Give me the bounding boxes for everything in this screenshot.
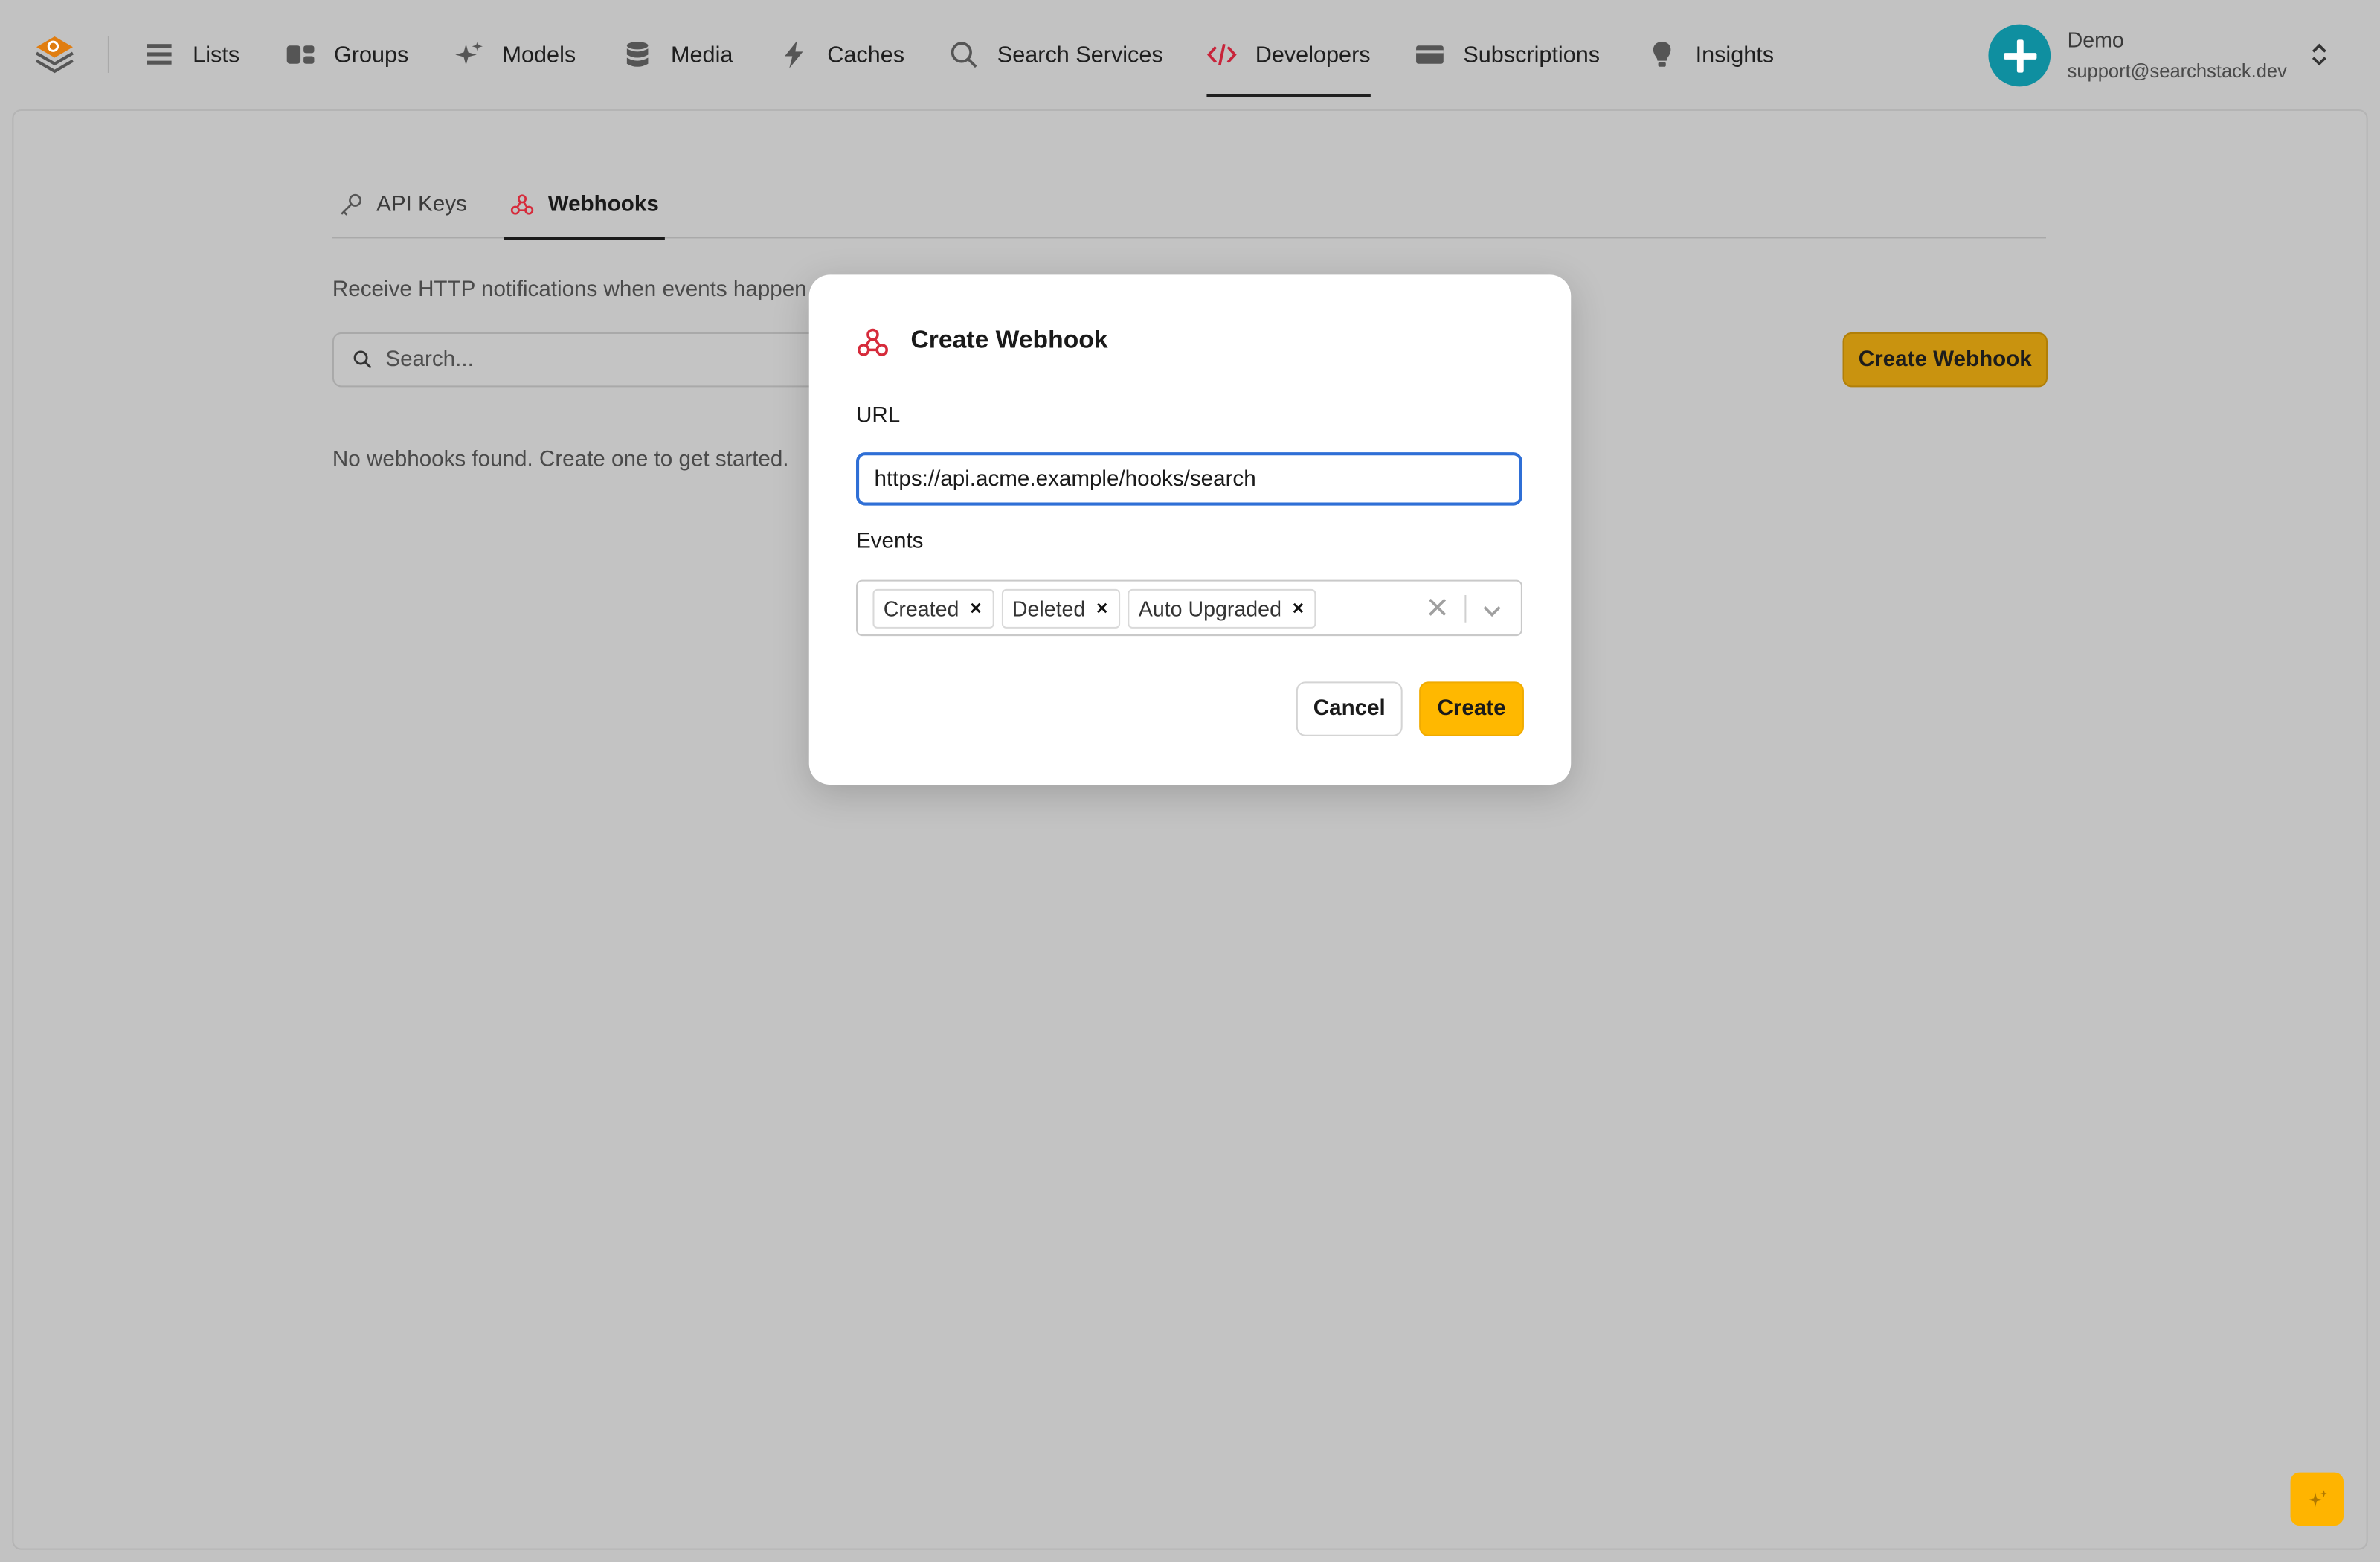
chevron-up-down-icon[interactable] bbox=[2304, 39, 2335, 70]
list-icon bbox=[147, 44, 172, 65]
nav-item-label: Groups bbox=[333, 42, 409, 68]
nav-item-label: Subscriptions bbox=[1463, 42, 1601, 68]
nav-item-label: Developers bbox=[1255, 42, 1371, 68]
nav-item-caches[interactable]: Caches bbox=[779, 0, 904, 109]
nav-item-label: Search Services bbox=[997, 42, 1163, 68]
chip-label: Auto Upgraded bbox=[1138, 596, 1281, 620]
url-label: URL bbox=[856, 403, 901, 428]
chip-label: Created bbox=[883, 596, 959, 620]
user-email: support@searchstack.dev bbox=[2067, 60, 2287, 83]
webhook-search-input[interactable]: Search... bbox=[332, 332, 834, 388]
cancel-button[interactable]: Cancel bbox=[1296, 681, 1403, 736]
event-chip-auto-upgraded: Auto Upgraded × bbox=[1128, 588, 1316, 628]
url-value: https://api.acme.example/hooks/search bbox=[874, 466, 1256, 492]
remove-chip-icon[interactable]: × bbox=[1085, 597, 1119, 620]
lightning-icon bbox=[785, 41, 803, 68]
top-navigation: Lists Groups Models Media Caches Search … bbox=[0, 0, 2380, 109]
create-webhook-dialog: Create Webhook URL https://api.acme.exam… bbox=[808, 274, 1572, 785]
create-webhook-button[interactable]: Create Webhook bbox=[1842, 332, 2048, 388]
nav-item-insights[interactable]: Insights bbox=[1647, 0, 1774, 109]
nav-divider bbox=[107, 36, 109, 73]
nav-item-groups[interactable]: Groups bbox=[286, 0, 409, 109]
lightbulb-icon bbox=[1653, 42, 1671, 67]
nav-item-subscriptions[interactable]: Subscriptions bbox=[1415, 0, 1600, 109]
search-icon bbox=[951, 42, 977, 68]
page-description: Receive HTTP notifications when events h… bbox=[332, 277, 807, 303]
empty-state-message: No webhooks found. Create one to get sta… bbox=[332, 448, 789, 472]
nav-item-lists[interactable]: Lists bbox=[144, 0, 239, 109]
url-input[interactable]: https://api.acme.example/hooks/search bbox=[856, 452, 1522, 506]
nav-item-models[interactable]: Models bbox=[454, 0, 576, 109]
event-chip-deleted: Deleted × bbox=[1001, 588, 1121, 628]
remove-chip-icon[interactable]: × bbox=[959, 597, 992, 620]
tab-label: API Keys bbox=[376, 192, 467, 216]
clear-all-icon[interactable] bbox=[1424, 594, 1451, 621]
remove-chip-icon[interactable]: × bbox=[1281, 597, 1315, 620]
chevron-down-icon[interactable] bbox=[1479, 597, 1506, 624]
tab-webhooks[interactable]: Webhooks bbox=[504, 170, 666, 240]
event-chip-created: Created × bbox=[872, 588, 994, 628]
active-nav-indicator bbox=[1206, 94, 1371, 97]
events-multiselect[interactable]: Created × Deleted × Auto Upgraded × bbox=[856, 579, 1522, 637]
user-name: Demo bbox=[2067, 27, 2124, 52]
sparkles-icon bbox=[2307, 1489, 2327, 1507]
webhook-icon bbox=[510, 193, 534, 214]
nav-item-developers[interactable]: Developers bbox=[1206, 0, 1371, 109]
nav-item-label: Media bbox=[671, 42, 733, 68]
searchstack-logo-icon[interactable] bbox=[33, 33, 76, 76]
plus-icon bbox=[2003, 39, 2036, 72]
tab-api-keys[interactable]: API Keys bbox=[338, 170, 467, 239]
database-icon bbox=[626, 42, 649, 67]
nav-item-label: Caches bbox=[827, 42, 905, 68]
developer-tabs: API Keys Webhooks bbox=[332, 170, 2046, 240]
create-button[interactable]: Create bbox=[1419, 681, 1524, 736]
tab-label: Webhooks bbox=[547, 192, 659, 216]
events-label: Events bbox=[856, 530, 924, 554]
assistant-button[interactable] bbox=[2290, 1472, 2344, 1526]
field-divider bbox=[1464, 594, 1467, 623]
nav-item-label: Models bbox=[502, 42, 576, 68]
webhook-icon bbox=[857, 328, 888, 356]
groups-icon bbox=[286, 45, 315, 64]
sparkles-icon bbox=[455, 41, 483, 65]
nav-item-label: Insights bbox=[1695, 42, 1775, 68]
nav-item-media[interactable]: Media bbox=[623, 0, 733, 109]
search-icon bbox=[353, 350, 372, 369]
chip-label: Deleted bbox=[1012, 596, 1086, 620]
code-icon bbox=[1207, 43, 1237, 66]
nav-item-label: Lists bbox=[193, 42, 240, 68]
search-placeholder: Search... bbox=[385, 347, 474, 372]
user-menu[interactable]: Demo support@searchstack.dev bbox=[1988, 24, 2352, 89]
credit-card-icon bbox=[1416, 45, 1444, 64]
key-icon bbox=[341, 193, 362, 215]
avatar bbox=[1988, 24, 2051, 87]
dialog-title: Create Webhook bbox=[910, 326, 1108, 354]
nav-item-search-services[interactable]: Search Services bbox=[949, 0, 1163, 109]
